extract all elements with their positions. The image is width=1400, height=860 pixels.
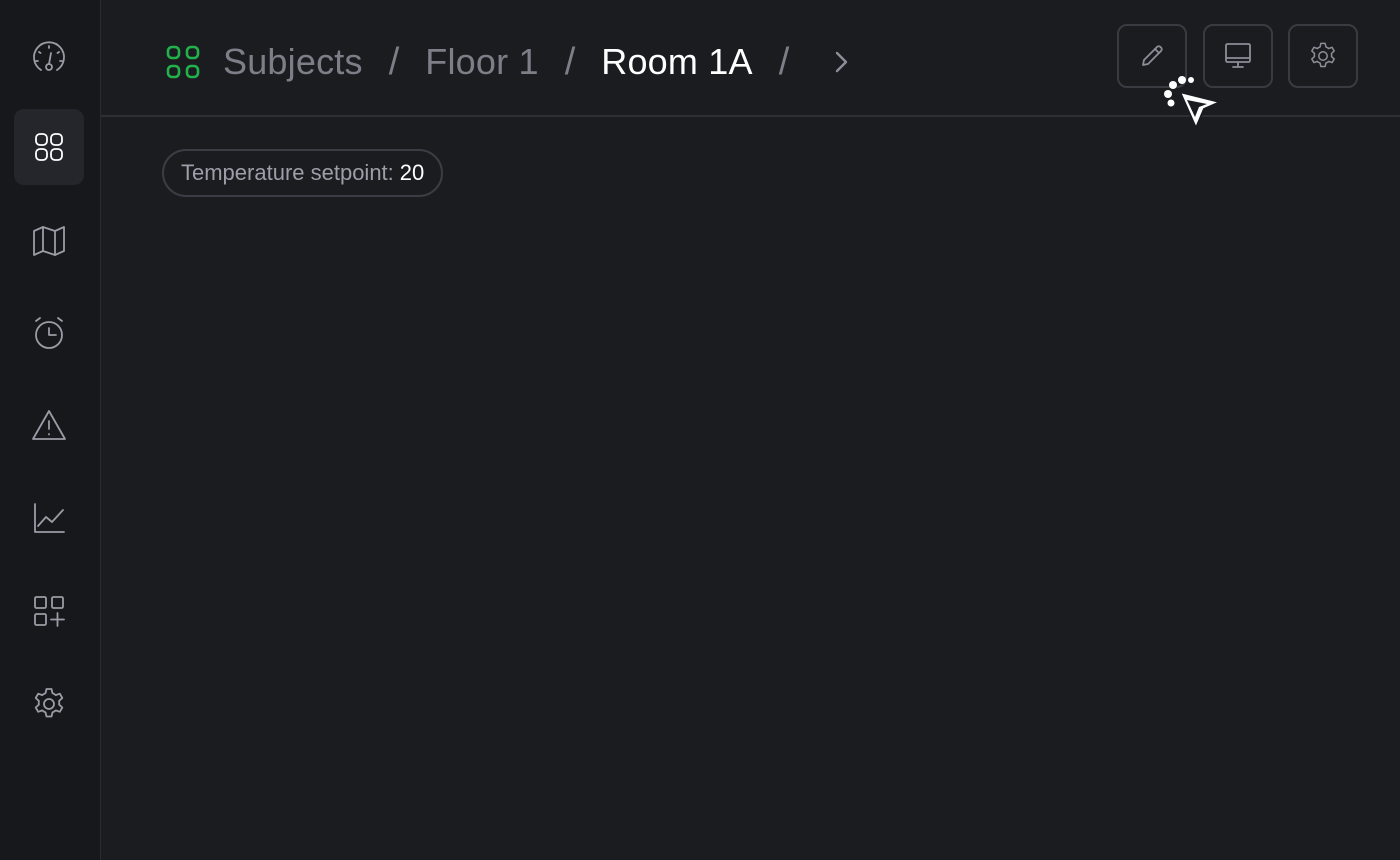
sidebar-item-schedules[interactable] <box>14 295 84 371</box>
sidebar-item-dashboard[interactable] <box>14 20 84 96</box>
gear-icon <box>1311 42 1335 68</box>
breadcrumb-subjects[interactable]: Subjects <box>223 41 363 83</box>
top-bar: Subjects / Floor 1 / Room 1A / <box>101 0 1400 117</box>
sidebar <box>0 0 101 860</box>
edit-button[interactable] <box>1117 24 1187 88</box>
alarm-clock-icon <box>35 317 63 349</box>
map-icon <box>33 226 65 256</box>
breadcrumb-room: Room 1A <box>601 41 753 82</box>
breadcrumb-separator: / <box>388 40 400 83</box>
monitor-icon <box>1225 43 1251 68</box>
setpoint-value: 20 <box>399 160 425 185</box>
sidebar-item-map[interactable] <box>14 203 84 279</box>
breadcrumb-floor[interactable]: Floor 1 <box>425 41 538 83</box>
sidebar-item-settings[interactable] <box>14 666 84 742</box>
breadcrumb: Subjects / Floor 1 / Room 1A / <box>165 40 855 84</box>
pencil-icon <box>1142 45 1163 66</box>
subjects-grid-icon <box>166 45 200 79</box>
line-chart-icon <box>34 503 65 533</box>
sidebar-item-subjects[interactable] <box>14 109 84 185</box>
gear-icon <box>34 688 64 718</box>
sidebar-item-alarms[interactable] <box>14 387 84 463</box>
sidebar-item-trends[interactable] <box>14 480 84 556</box>
breadcrumb-separator: / <box>778 40 790 83</box>
sidebar-item-widgets[interactable] <box>14 573 84 649</box>
display-mode-button[interactable] <box>1203 24 1273 88</box>
breadcrumb-separator: / <box>564 40 576 83</box>
temperature-setpoint-badge[interactable]: Temperature setpoint: 20 <box>162 149 444 197</box>
chevron-right-icon[interactable] <box>827 48 855 76</box>
add-widget-grid-icon <box>34 596 65 627</box>
app-window: Subjects / Floor 1 / Room 1A / Temperatu… <box>0 0 1400 860</box>
subjects-grid-icon <box>35 133 63 161</box>
setpoint-label: Temperature setpoint: <box>181 160 394 185</box>
settings-button[interactable] <box>1288 24 1358 88</box>
warning-triangle-icon <box>32 410 66 440</box>
dashboard-gauge-icon <box>33 41 65 71</box>
